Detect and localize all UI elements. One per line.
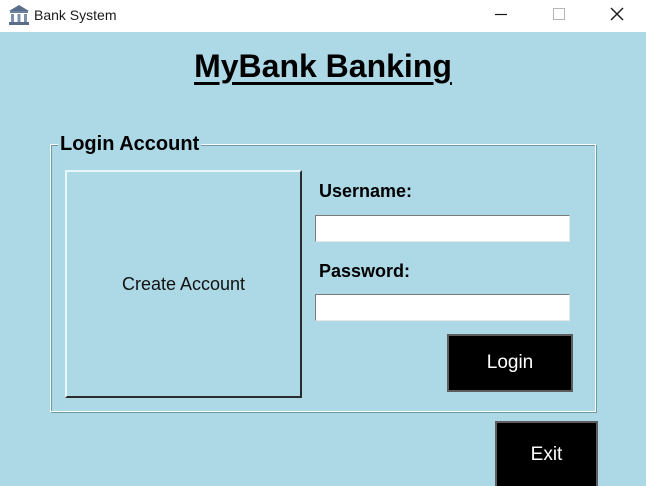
username-input[interactable] (315, 215, 570, 242)
maximize-icon (552, 7, 566, 26)
bank-building-icon (8, 4, 30, 26)
maximize-button[interactable] (530, 0, 588, 32)
login-button[interactable]: Login (447, 334, 573, 392)
minimize-button[interactable] (472, 0, 530, 32)
minimize-icon (494, 7, 508, 26)
create-account-button[interactable]: Create Account (65, 170, 302, 398)
page-title: MyBank Banking (194, 48, 452, 84)
window-titlebar: Bank System (0, 0, 646, 32)
password-input[interactable] (315, 294, 570, 321)
login-account-legend: Login Account (58, 133, 202, 156)
close-button[interactable] (588, 0, 646, 32)
password-label: Password: (319, 261, 411, 281)
username-label: Username: (319, 181, 413, 201)
exit-button[interactable]: Exit (495, 421, 598, 486)
close-icon (609, 6, 625, 27)
window-title: Bank System (34, 7, 117, 23)
